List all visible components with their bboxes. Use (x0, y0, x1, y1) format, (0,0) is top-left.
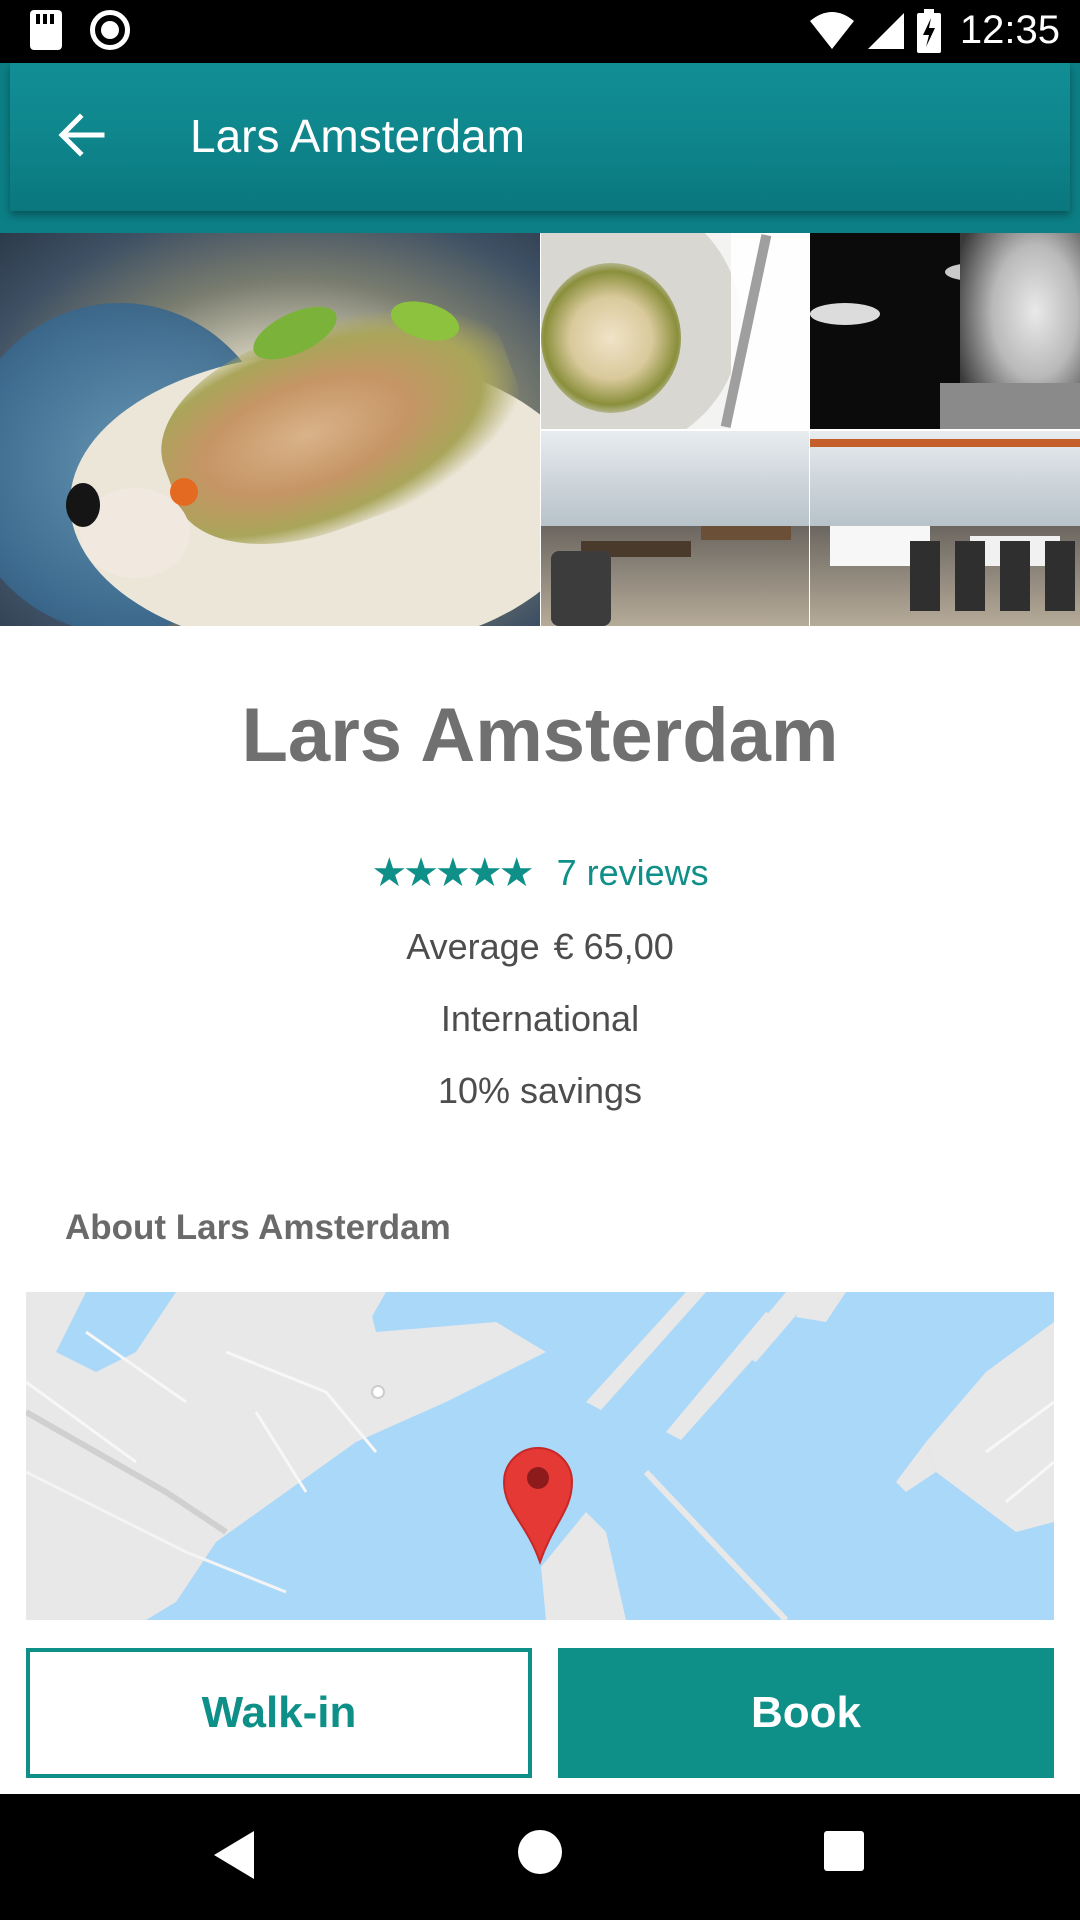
page-title: Lars Amsterdam (190, 110, 525, 162)
sd-card-icon (30, 10, 62, 50)
system-nav-bar (0, 1794, 1080, 1920)
savings-text: 10% savings (437, 1070, 643, 1111)
wifi-icon (809, 11, 854, 49)
battery-charging-icon (916, 8, 941, 53)
record-icon (90, 10, 130, 50)
average-label: Average (406, 926, 540, 967)
dining-tables-photo[interactable] (810, 431, 1080, 626)
star-rating-icon: ★★★★★ (371, 850, 534, 896)
photo-gallery[interactable] (0, 233, 1080, 626)
home-circle-icon[interactable] (518, 1830, 562, 1874)
arrow-left-icon (58, 113, 105, 157)
dish-photo[interactable] (0, 233, 540, 626)
average-price: Average € 65,00 (0, 926, 1080, 968)
app-bar: Lars Amsterdam (0, 63, 1080, 233)
back-triangle-icon[interactable] (214, 1831, 254, 1879)
about-heading: About Lars Amsterdam (65, 1208, 451, 1247)
walk-in-button[interactable]: Walk-in (26, 1648, 532, 1778)
signal-icon (867, 12, 904, 49)
cuisine-type: International (440, 998, 640, 1039)
chef-photo[interactable] (810, 233, 1080, 429)
status-time: 12:35 (959, 8, 1060, 52)
average-price-value: € 65,00 (553, 926, 674, 967)
reviews-link[interactable]: 7 reviews (557, 852, 709, 894)
plated-dish-photo[interactable] (541, 233, 809, 429)
dining-room-photo[interactable] (541, 431, 809, 626)
book-button[interactable]: Book (558, 1648, 1054, 1778)
location-map[interactable] (26, 1292, 1054, 1620)
back-button[interactable] (50, 103, 114, 167)
recents-square-icon[interactable] (824, 1831, 864, 1871)
rating-row: ★★★★★ 7 reviews (0, 850, 1080, 896)
restaurant-name: Lars Amsterdam (241, 693, 839, 778)
status-bar: 12:35 (0, 0, 1080, 63)
